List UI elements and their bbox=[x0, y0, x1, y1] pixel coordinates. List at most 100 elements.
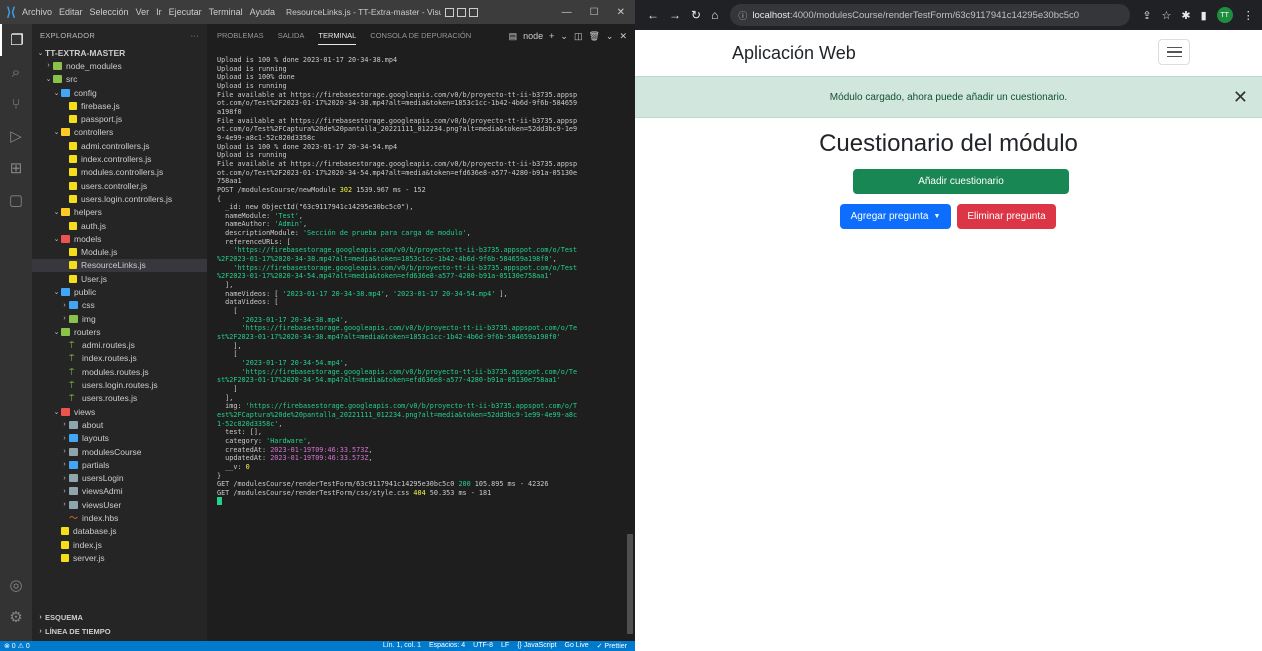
layout-toggle-icons[interactable] bbox=[444, 7, 478, 17]
timeline-section[interactable]: › LÍNEA DE TIEMPO bbox=[32, 625, 207, 638]
status-item[interactable]: ✓ Prettier bbox=[597, 642, 627, 650]
tree-item[interactable]: › about bbox=[32, 418, 207, 431]
menu-item-editar[interactable]: Editar bbox=[59, 7, 83, 17]
window-controls[interactable]: — ☐ ✕ bbox=[562, 7, 625, 18]
tree-item[interactable]: ⌄ routers bbox=[32, 325, 207, 338]
chevron-down-icon[interactable]: ⌄ bbox=[560, 31, 568, 42]
terminal-shell-name[interactable]: node bbox=[523, 31, 543, 41]
tree-item[interactable]: database.js bbox=[32, 525, 207, 538]
status-item[interactable]: Lín. 1, col. 1 bbox=[383, 642, 421, 650]
tree-item[interactable]: ⍑ admi.routes.js bbox=[32, 339, 207, 352]
navbar-brand[interactable]: Aplicación Web bbox=[732, 43, 856, 64]
tree-item[interactable]: index.js bbox=[32, 538, 207, 551]
minimize-icon[interactable]: — bbox=[562, 7, 572, 18]
tree-item[interactable]: ⌄ helpers bbox=[32, 206, 207, 219]
tree-item[interactable]: › node_modules bbox=[32, 59, 207, 72]
tree-item[interactable]: ⌄ public bbox=[32, 285, 207, 298]
extensions-icon[interactable]: ⊞ bbox=[0, 152, 32, 184]
status-item[interactable]: UTF-8 bbox=[473, 642, 493, 650]
menu-item-terminal[interactable]: Terminal bbox=[209, 7, 243, 17]
tree-item[interactable]: auth.js bbox=[32, 219, 207, 232]
tree-item[interactable]: passport.js bbox=[32, 112, 207, 125]
site-info-icon[interactable]: ⓘ bbox=[738, 9, 747, 22]
tree-item[interactable]: ⌄ TT-EXTRA-MASTER bbox=[32, 46, 207, 59]
tree-item[interactable]: modules.controllers.js bbox=[32, 166, 207, 179]
menu-item-ver[interactable]: Ver bbox=[136, 7, 150, 17]
tab-problemas[interactable]: PROBLEMAS bbox=[217, 27, 264, 45]
outline-section[interactable]: › ESQUEMA bbox=[32, 611, 207, 624]
add-question-dropdown-button[interactable]: Agregar pregunta ▼ bbox=[840, 204, 951, 229]
menu-item-ayuda[interactable]: Ayuda bbox=[250, 7, 275, 17]
status-item[interactable]: Go Live bbox=[565, 642, 589, 650]
new-terminal-icon[interactable]: + bbox=[549, 31, 554, 41]
close-panel-icon[interactable]: ✕ bbox=[619, 31, 627, 42]
close-icon[interactable]: ✕ bbox=[617, 7, 625, 18]
terminal-output[interactable]: Upload is 100 % done 2023-01-17 20-34-38… bbox=[217, 56, 629, 638]
bookmark-star-icon[interactable]: ☆ bbox=[1162, 9, 1172, 22]
explorer-icon[interactable]: ❐ bbox=[0, 24, 32, 56]
split-terminal-icon[interactable]: ◫ bbox=[574, 31, 583, 42]
tree-item[interactable]: › css bbox=[32, 299, 207, 312]
delete-question-button[interactable]: Eliminar pregunta bbox=[957, 204, 1056, 229]
add-quiz-button[interactable]: Añadir cuestionario bbox=[853, 169, 1069, 194]
tree-item[interactable]: server.js bbox=[32, 551, 207, 564]
account-icon[interactable]: ◎ bbox=[0, 569, 32, 601]
tree-item[interactable]: ⍑ index.routes.js bbox=[32, 352, 207, 365]
share-icon[interactable]: ⇪ bbox=[1142, 9, 1151, 22]
tree-item[interactable]: › usersLogin bbox=[32, 472, 207, 485]
tree-item[interactable]: ⌄ src bbox=[32, 73, 207, 86]
tree-item[interactable]: ⍑ users.login.routes.js bbox=[32, 378, 207, 391]
search-icon[interactable]: ⌕ bbox=[0, 56, 32, 88]
problems-count[interactable]: ⊗ 0 ⚠ 0 bbox=[0, 642, 30, 650]
reload-icon[interactable]: ↻ bbox=[691, 8, 701, 22]
tab-terminal[interactable]: TERMINAL bbox=[318, 27, 357, 45]
tree-item[interactable]: index.controllers.js bbox=[32, 152, 207, 165]
forward-arrow-icon[interactable]: → bbox=[669, 8, 681, 22]
tree-item[interactable]: › partials bbox=[32, 458, 207, 471]
status-item[interactable]: Espacios: 4 bbox=[429, 642, 465, 650]
tree-item[interactable]: 〜 index.hbs bbox=[32, 511, 207, 524]
tree-item[interactable]: users.controller.js bbox=[32, 179, 207, 192]
menu-item-archivo[interactable]: Archivo bbox=[22, 7, 52, 17]
tree-item[interactable]: ResourceLinks.js bbox=[32, 258, 207, 273]
kebab-menu-icon[interactable]: ⋮ bbox=[1243, 9, 1254, 22]
settings-gear-icon[interactable]: ⚙ bbox=[0, 601, 32, 633]
extensions-puzzle-icon[interactable]: ✱ bbox=[1181, 9, 1190, 22]
tree-item[interactable]: › img bbox=[32, 312, 207, 325]
tree-item[interactable]: › modulesCourse bbox=[32, 445, 207, 458]
home-icon[interactable]: ⌂ bbox=[711, 8, 718, 22]
tree-item[interactable]: ⌄ views bbox=[32, 405, 207, 418]
profile-avatar[interactable]: TT bbox=[1216, 7, 1233, 23]
tab-consola-de-depuración[interactable]: CONSOLA DE DEPURACIÓN bbox=[370, 27, 471, 45]
back-arrow-icon[interactable]: ← bbox=[647, 8, 659, 22]
tree-item[interactable]: › layouts bbox=[32, 432, 207, 445]
tree-item[interactable]: ⌄ models bbox=[32, 232, 207, 245]
maximize-icon[interactable]: ☐ bbox=[590, 7, 599, 18]
tree-item[interactable]: firebase.js bbox=[32, 99, 207, 112]
testing-icon[interactable]: ▢ bbox=[0, 184, 32, 216]
terminal-scrollbar[interactable] bbox=[627, 534, 633, 634]
status-item[interactable]: {} JavaScript bbox=[517, 642, 556, 650]
tree-item[interactable]: Module.js bbox=[32, 245, 207, 258]
tree-item[interactable]: ⍑ modules.routes.js bbox=[32, 365, 207, 378]
alert-close-icon[interactable]: ✕ bbox=[1233, 87, 1248, 108]
run-debug-icon[interactable]: ▷ bbox=[0, 120, 32, 152]
tree-item[interactable]: › viewsUser bbox=[32, 498, 207, 511]
address-bar[interactable]: ⓘ localhost :4000/modulesCourse/renderTe… bbox=[730, 4, 1131, 26]
side-panel-icon[interactable]: ▮ bbox=[1201, 9, 1207, 22]
tree-item[interactable]: ⌄ controllers bbox=[32, 126, 207, 139]
source-control-icon[interactable]: ⑂ bbox=[0, 88, 32, 120]
tree-item[interactable]: › viewsAdmi bbox=[32, 485, 207, 498]
tab-salida[interactable]: SALIDA bbox=[278, 27, 305, 45]
tree-item[interactable]: ⍑ users.routes.js bbox=[32, 392, 207, 405]
tree-item[interactable]: users.login.controllers.js bbox=[32, 192, 207, 205]
trash-icon[interactable]: 🗑 bbox=[588, 31, 599, 42]
menu-item-ir[interactable]: Ir bbox=[156, 7, 162, 17]
tree-item[interactable]: ⌄ config bbox=[32, 86, 207, 99]
menu-item-ejecutar[interactable]: Ejecutar bbox=[169, 7, 202, 17]
tree-item[interactable]: admi.controllers.js bbox=[32, 139, 207, 152]
tree-item[interactable]: User.js bbox=[32, 272, 207, 285]
more-actions-icon[interactable]: ··· bbox=[191, 31, 199, 40]
status-item[interactable]: LF bbox=[501, 642, 509, 650]
chevron-down-icon[interactable]: ⌄ bbox=[606, 31, 614, 42]
